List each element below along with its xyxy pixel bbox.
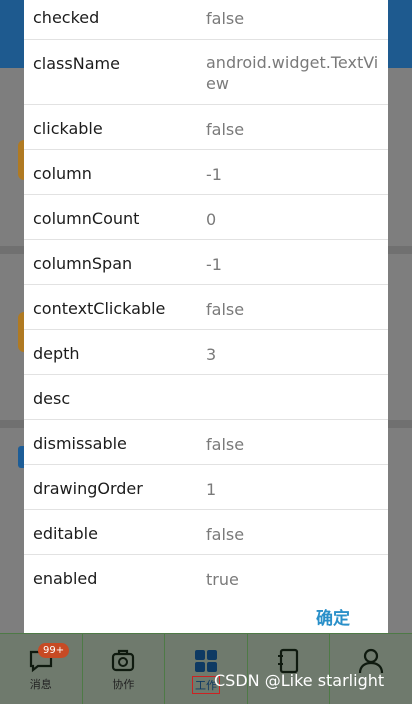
nav-item-work[interactable]: 工作 [164, 634, 247, 704]
attribute-row: depth 3 [24, 330, 388, 375]
attribute-value: -1 [206, 165, 222, 184]
attribute-key: editable [33, 524, 98, 543]
attribute-value: false [206, 9, 245, 28]
attribute-value: false [206, 120, 245, 139]
attribute-row: className android.widget.TextView [24, 40, 388, 105]
attribute-value: 1 [206, 480, 217, 499]
attribute-key: className [33, 54, 120, 73]
attribute-key: column [33, 164, 92, 183]
attribute-value: false [206, 525, 245, 544]
nav-item-profile[interactable] [329, 634, 412, 704]
attribute-row: clickable false [24, 105, 388, 150]
attribute-key: enabled [33, 569, 98, 588]
attribute-value: -1 [206, 255, 222, 274]
attribute-value: false [206, 435, 245, 454]
attribute-row: columnCount 0 [24, 195, 388, 240]
attribute-key: depth [33, 344, 80, 363]
attribute-value: android.widget.TextView [206, 53, 379, 93]
nav-label: 协作 [112, 678, 135, 691]
confirm-button[interactable]: 确定 [316, 604, 350, 629]
attribute-value: 0 [206, 210, 217, 229]
attribute-row: editable false [24, 510, 388, 555]
attribute-value: 3 [206, 345, 217, 364]
attribute-row: columnSpan -1 [24, 240, 388, 285]
attribute-key: columnSpan [33, 254, 133, 273]
attribute-row: checked false [24, 0, 388, 40]
attribute-key: desc [33, 389, 71, 408]
collaboration-icon [110, 648, 136, 674]
attribute-dialog: checked false className android.widget.T… [24, 0, 388, 643]
attribute-key: drawingOrder [33, 479, 143, 498]
attribute-row: drawingOrder 1 [24, 465, 388, 510]
attribute-row: column -1 [24, 150, 388, 195]
nav-label: 消息 [29, 678, 52, 691]
nav-item-contacts[interactable] [246, 634, 330, 704]
attribute-value: false [206, 300, 245, 319]
attribute-value: true [206, 570, 239, 588]
attribute-list: checked false className android.widget.T… [24, 0, 388, 588]
unread-badge: 99+ [38, 643, 70, 658]
attribute-row: desc [24, 375, 388, 420]
attribute-key: dismissable [33, 434, 127, 453]
attribute-key: clickable [33, 119, 103, 138]
attribute-row: dismissable false [24, 420, 388, 465]
attribute-key: checked [33, 8, 100, 27]
attribute-row: enabled true [24, 555, 388, 588]
watermark: CSDN @Like starlight [214, 671, 385, 690]
nav-item-messages[interactable]: 99+ 消息 [0, 634, 82, 704]
nav-item-collaboration[interactable]: 协作 [81, 634, 165, 704]
bottom-nav: 99+ 消息 协作 工作 [0, 633, 412, 704]
attribute-key: columnCount [33, 209, 140, 228]
attribute-row: contextClickable false [24, 285, 388, 330]
attribute-key: contextClickable [33, 299, 166, 318]
